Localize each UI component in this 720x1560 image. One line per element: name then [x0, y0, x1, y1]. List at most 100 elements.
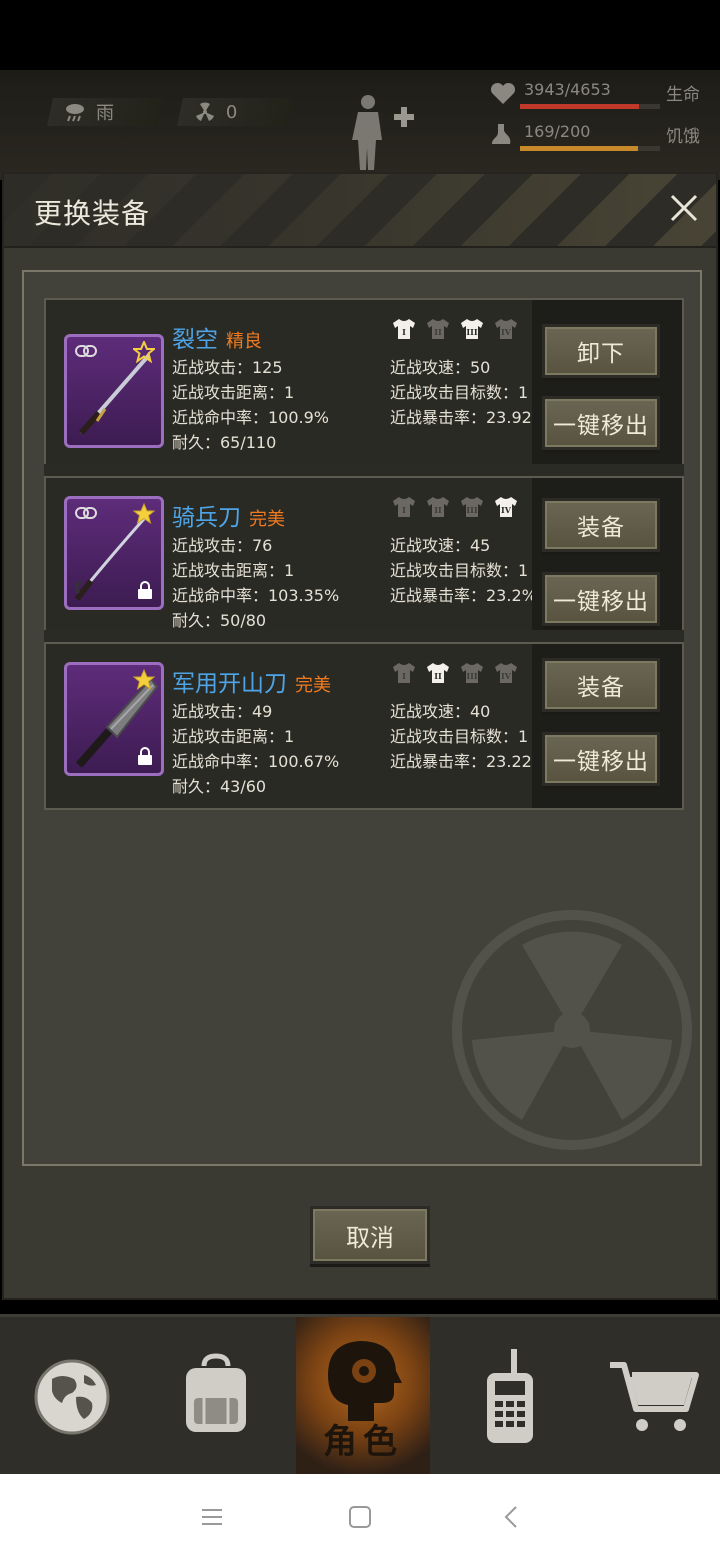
bottom-tab-bar: 角色 — [0, 1314, 720, 1477]
item-grade: 完美 — [295, 675, 331, 696]
star-outline-icon[interactable] — [133, 341, 155, 363]
radiation-icon — [196, 102, 214, 121]
hud: 雨 0 3943/4653 生命 169/200 饥饿 — [0, 70, 720, 180]
set-slot-shirt-icon: I — [393, 319, 415, 339]
weather-indicator: 雨 — [47, 98, 163, 126]
lock-icon — [138, 747, 152, 765]
tab-backpack[interactable] — [146, 1317, 286, 1477]
equip-button[interactable]: 装备 — [542, 658, 660, 712]
set-slot-numeral: I — [402, 327, 406, 337]
tab-radio[interactable] — [440, 1317, 580, 1477]
item-thumbnail — [64, 496, 164, 610]
remove-all-button[interactable]: 一键移出 — [542, 572, 660, 626]
set-slot-shirt-icon: IV — [495, 497, 517, 517]
stat-crit-rate: 近战暴击率：23.2% — [390, 586, 537, 605]
equipment-item: 骑兵刀 完美 I II III IV 近战攻击：76 近战攻击距离：1 近战命中率：10… — [44, 476, 684, 644]
hunger-value: 169/200 — [524, 122, 591, 141]
set-slot-numeral: I — [402, 671, 406, 681]
set-slot-numeral: IV — [501, 327, 512, 337]
unequip-button[interactable]: 卸下 — [542, 324, 660, 378]
dialog-title: 更换装备 — [34, 197, 151, 230]
hp-meter: 3943/4653 生命 — [490, 78, 700, 112]
stat-attack: 近战攻击：49 — [172, 702, 273, 721]
item-divider — [44, 464, 684, 476]
star-icon[interactable] — [133, 503, 155, 525]
lock-icon — [138, 581, 152, 599]
set-slot-shirt-icon: II — [427, 319, 449, 339]
link-icon — [75, 507, 97, 519]
radiation-indicator: 0 — [177, 98, 293, 126]
item-name: 裂空 精良 — [172, 320, 262, 354]
rain-cloud-icon — [66, 104, 84, 122]
dialog-header: 更换装备 — [4, 174, 716, 248]
stat-range: 近战攻击距离：1 — [172, 383, 295, 402]
stomach-icon — [492, 124, 511, 144]
set-slot-numeral: II — [434, 671, 442, 681]
stat-targets: 近战攻击目标数：1 — [390, 383, 529, 402]
stat-attack-speed: 近战攻速：40 — [390, 702, 491, 721]
set-slot-numeral: III — [466, 327, 477, 337]
stat-durability: 耐久：50/80 — [172, 611, 267, 630]
equipment-item: 军用开山刀 完美 I II III IV 近战攻击：49 近战攻击距离：1 近战命中率：… — [44, 642, 684, 810]
set-slot-shirt-icon: III — [461, 497, 483, 517]
menu-icon[interactable] — [192, 1502, 232, 1532]
hunger-bar — [520, 146, 660, 151]
hunger-bar-fill — [520, 146, 639, 151]
back-icon[interactable] — [492, 1502, 532, 1532]
set-slot-shirt-icon: II — [427, 663, 449, 683]
stat-hit-rate: 近战命中率：100.9% — [172, 408, 330, 427]
equipment-list: 裂空 精良 I II III IV 近战攻击：125 近战攻击距离：1 近战命中率：10… — [22, 270, 702, 1166]
remove-all-button[interactable]: 一键移出 — [542, 732, 660, 786]
set-slots: I II III IV — [392, 318, 518, 340]
globe-icon — [34, 1359, 110, 1435]
remove-all-button[interactable]: 一键移出 — [542, 396, 660, 450]
weather-label: 雨 — [96, 103, 114, 124]
stat-range: 近战攻击距离：1 — [172, 727, 295, 746]
set-slot-shirt-icon: III — [461, 663, 483, 683]
item-name-text: 军用开山刀 — [172, 671, 287, 697]
stat-attack: 近战攻击：125 — [172, 358, 283, 377]
set-slot-shirt-icon: I — [393, 497, 415, 517]
shopping-cart-icon — [610, 1362, 699, 1431]
star-icon[interactable] — [133, 669, 155, 691]
set-slot-numeral: III — [466, 505, 477, 515]
item-grade: 完美 — [249, 509, 285, 530]
stat-durability: 耐久：65/110 — [172, 433, 277, 452]
walkie-talkie-icon — [487, 1349, 533, 1443]
backpack-icon — [186, 1353, 246, 1432]
stat-attack-speed: 近战攻速：45 — [390, 536, 491, 555]
home-icon[interactable] — [340, 1502, 380, 1532]
tab-world[interactable] — [2, 1317, 142, 1477]
tab-shop[interactable] — [584, 1317, 720, 1477]
item-name-text: 裂空 — [172, 327, 218, 353]
item-grade: 精良 — [226, 331, 262, 352]
stat-targets: 近战攻击目标数：1 — [390, 727, 529, 746]
tab-character[interactable]: 角色 — [296, 1317, 430, 1477]
set-slot-numeral: I — [402, 505, 406, 515]
stat-hit-rate: 近战命中率：100.67% — [172, 752, 340, 771]
set-slots: I II III IV — [392, 662, 518, 684]
character-body-icon — [352, 95, 414, 170]
hp-bar — [520, 104, 660, 109]
stat-crit-rate: 近战暴击率：23.92% — [390, 408, 548, 427]
stat-durability: 耐久：43/60 — [172, 777, 267, 796]
close-icon[interactable] — [664, 188, 704, 228]
hp-value: 3943/4653 — [524, 80, 611, 99]
stat-attack: 近战攻击：76 — [172, 536, 273, 555]
heart-icon — [490, 82, 516, 104]
hunger-label: 饥饿 — [666, 127, 700, 147]
cancel-button[interactable]: 取消 — [310, 1206, 430, 1264]
hp-bar-fill — [520, 104, 639, 109]
set-slot-numeral: II — [434, 327, 442, 337]
item-divider — [44, 630, 684, 642]
item-thumbnail — [64, 334, 164, 448]
equip-button[interactable]: 装备 — [542, 498, 660, 552]
item-name-text: 骑兵刀 — [172, 505, 241, 531]
item-thumbnail — [64, 662, 164, 776]
set-slot-shirt-icon: III — [461, 319, 483, 339]
set-slot-shirt-icon: IV — [495, 663, 517, 683]
set-slot-numeral: II — [434, 505, 442, 515]
stat-range: 近战攻击距离：1 — [172, 561, 295, 580]
item-name: 军用开山刀 完美 — [172, 664, 331, 698]
stat-crit-rate: 近战暴击率：23.22% — [390, 752, 548, 771]
